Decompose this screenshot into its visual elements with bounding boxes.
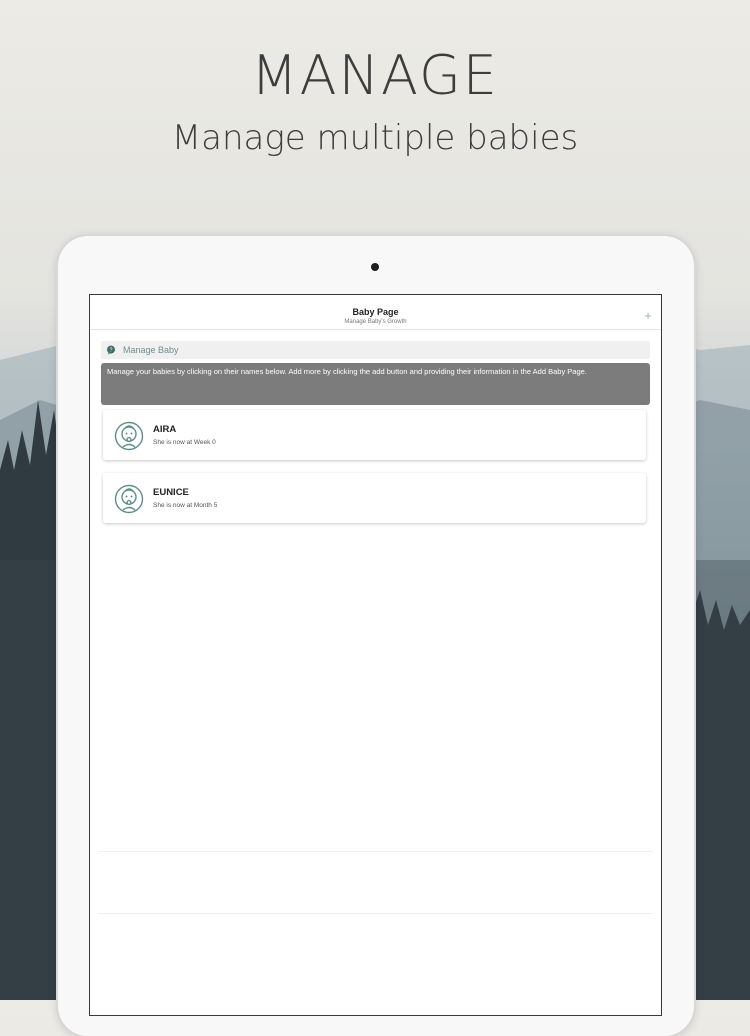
baby-face-icon [114,421,144,451]
nav-bar: Baby Page Manage Baby's Growth + [90,295,661,330]
camera-dot [371,263,379,271]
divider [98,851,653,852]
instructions-box: Manage your babies by clicking on their … [101,363,650,405]
divider [98,913,653,914]
baby-name: EUNICE [153,487,189,498]
baby-status: She is now at Week 0 [153,439,216,446]
baby-card-aira[interactable]: AIRA She is now at Week 0 [103,410,646,460]
chat-bubble-icon: ? [107,345,115,355]
section-title: Manage Baby [123,345,179,355]
baby-status: She is now at Month 5 [153,502,218,509]
add-baby-button[interactable]: + [641,309,655,324]
app-screen: Baby Page Manage Baby's Growth + ? Manag… [89,294,662,1016]
tablet-frame: Baby Page Manage Baby's Growth + ? Manag… [58,236,694,1036]
promo-subheadline: Manage multiple babies [171,118,579,158]
baby-card-eunice[interactable]: EUNICE She is now at Month 5 [103,473,646,523]
svg-text:?: ? [110,347,113,353]
baby-name: AIRA [153,424,177,435]
nav-title: Baby Page [352,307,399,317]
promo-headline: MANAGE [251,44,499,107]
nav-subtitle: Manage Baby's Growth [344,319,407,325]
baby-face-icon [114,484,144,514]
section-header: ? Manage Baby [101,341,650,359]
